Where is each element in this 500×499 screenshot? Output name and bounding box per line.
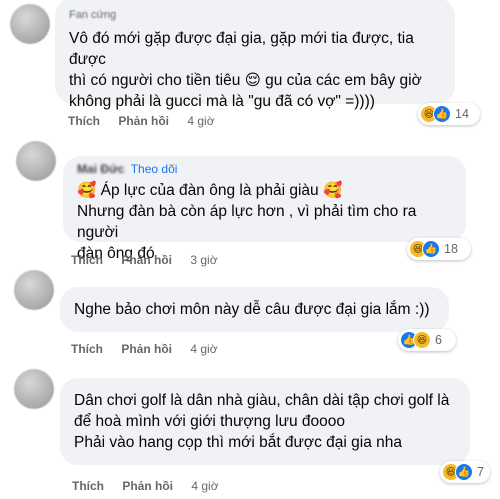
comment-time[interactable]: 4 giờ <box>191 479 218 493</box>
avatar[interactable] <box>14 270 54 310</box>
reaction-summary[interactable]: 😆 👍 18 <box>407 238 471 260</box>
comment-bubble: Fan cứng Vô đó mới gặp được đại gia, gặp… <box>55 0 455 110</box>
comment-actions: Thích Phản hồi 4 giờ <box>71 342 233 356</box>
comment-time[interactable]: 3 giờ <box>190 253 217 267</box>
comment-bubble: Nghe bảo chơi môn này dễ câu được đại gi… <box>60 287 449 332</box>
follow-button[interactable]: Theo dõi <box>131 162 178 176</box>
comment-actions: Thích Phản hồi 3 giờ <box>71 253 233 267</box>
reaction-summary[interactable]: 😆 👍 14 <box>418 103 480 125</box>
like-button[interactable]: Thích <box>71 253 103 267</box>
reaction-summary[interactable]: 👍 😆 6 <box>398 329 456 351</box>
reaction-count: 18 <box>444 242 458 256</box>
fan-badge: Fan cứng <box>69 9 117 21</box>
reaction-count: 7 <box>477 465 484 479</box>
reply-button[interactable]: Phản hồi <box>118 114 169 128</box>
reply-button[interactable]: Phản hồi <box>121 342 172 356</box>
comment-actions: Thích Phản hồi 4 giờ <box>72 479 234 493</box>
avatar[interactable] <box>14 369 54 409</box>
like-button[interactable]: Thích <box>71 342 103 356</box>
like-reaction-icon: 👍 <box>422 240 440 258</box>
comment-time[interactable]: 4 giờ <box>190 342 217 356</box>
reaction-count: 14 <box>455 107 469 121</box>
comment-author[interactable]: Fan cứng <box>69 7 441 22</box>
comment-author[interactable]: Mai Đức Theo dõi <box>77 162 452 176</box>
comment-actions: Thích Phản hồi 4 giờ <box>68 114 230 128</box>
reply-button[interactable]: Phản hồi <box>121 253 172 267</box>
comment-text: Dân chơi golf là dân nhà giàu, chân dài … <box>74 392 450 451</box>
comment-text: Vô đó mới gặp được đại gia, gặp mới tia … <box>69 30 422 110</box>
comment-bubble: Mai Đức Theo dõi 🥰 Áp lực của đàn ông là… <box>63 156 466 262</box>
comment-text: Nghe bảo chơi môn này dễ câu được đại gi… <box>74 301 430 318</box>
avatar[interactable] <box>10 4 50 44</box>
like-button[interactable]: Thích <box>68 114 100 128</box>
reaction-count: 6 <box>435 333 442 347</box>
like-reaction-icon: 👍 <box>455 463 473 481</box>
comment-time[interactable]: 4 giờ <box>187 114 214 128</box>
avatar[interactable] <box>16 141 56 181</box>
comment-text: 🥰 Áp lực của đàn ông là phải giàu 🥰 Nhưn… <box>77 182 417 262</box>
like-button[interactable]: Thích <box>72 479 104 493</box>
like-reaction-icon: 👍 <box>433 105 451 123</box>
reply-button[interactable]: Phản hồi <box>122 479 173 493</box>
haha-reaction-icon: 😆 <box>413 331 431 349</box>
comment-bubble: Dân chơi golf là dân nhà giàu, chân dài … <box>60 378 470 465</box>
author-name: Mai Đức <box>77 162 125 176</box>
reaction-summary[interactable]: 😆 👍 7 <box>440 461 490 483</box>
